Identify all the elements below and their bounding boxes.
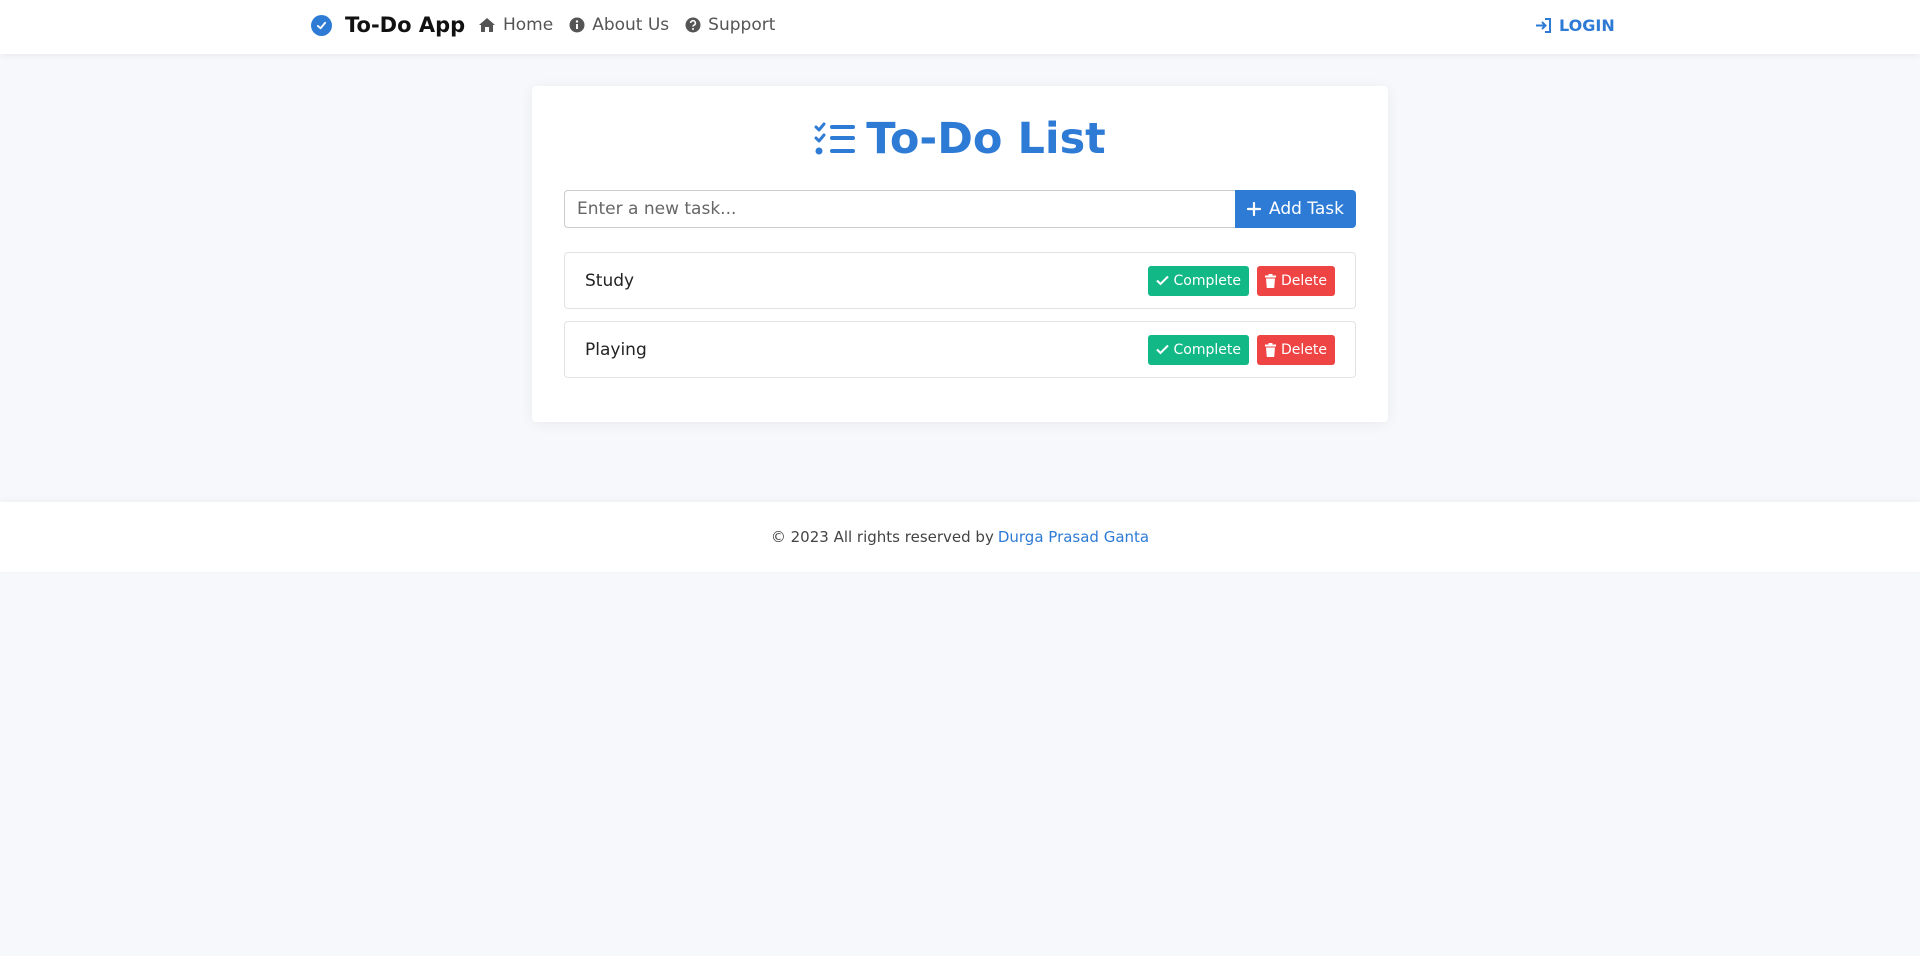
nav-link-label: Home bbox=[503, 15, 554, 35]
complete-button[interactable]: Complete bbox=[1147, 265, 1249, 296]
footer: © 2023 All rights reserved by Durga Pras… bbox=[0, 502, 1920, 572]
new-task-input[interactable] bbox=[564, 190, 1236, 228]
page-title: To-Do List bbox=[532, 114, 1388, 164]
footer-text: © 2023 All rights reserved by bbox=[770, 528, 994, 546]
check-icon bbox=[1155, 344, 1169, 355]
delete-label: Delete bbox=[1281, 341, 1327, 358]
check-circle-icon bbox=[311, 14, 332, 36]
nav-link-label: Support bbox=[708, 15, 776, 35]
nav-link-home[interactable]: Home bbox=[478, 15, 553, 35]
home-icon bbox=[479, 18, 495, 32]
page-title-text: To-Do List bbox=[866, 114, 1106, 164]
nav-links: Home About Us Support bbox=[478, 15, 775, 35]
delete-button[interactable]: Delete bbox=[1257, 334, 1335, 365]
brand-link[interactable]: To-Do App bbox=[311, 13, 465, 37]
todo-card: To-Do List Add Task Study Complete Delet… bbox=[532, 86, 1388, 422]
complete-label: Complete bbox=[1173, 341, 1241, 358]
question-circle-icon bbox=[685, 17, 701, 33]
info-circle-icon bbox=[569, 17, 585, 33]
brand-name: To-Do App bbox=[345, 13, 466, 37]
delete-button[interactable]: Delete bbox=[1257, 265, 1335, 296]
nav-link-support[interactable]: Support bbox=[685, 15, 775, 35]
list-check-icon bbox=[814, 122, 856, 155]
plus-icon bbox=[1246, 202, 1261, 216]
nav-link-label: About Us bbox=[592, 15, 670, 35]
navbar: To-Do App Home About Us Support LOGIN bbox=[0, 0, 1920, 54]
add-task-label: Add Task bbox=[1268, 199, 1344, 219]
login-link[interactable]: LOGIN bbox=[1535, 16, 1615, 35]
task-item: Study Complete Delete bbox=[564, 252, 1356, 309]
login-label: LOGIN bbox=[1559, 16, 1615, 35]
add-task-button[interactable]: Add Task bbox=[1235, 190, 1356, 228]
task-item: Playing Complete Delete bbox=[564, 321, 1356, 378]
task-text: Playing bbox=[585, 339, 647, 360]
delete-label: Delete bbox=[1281, 272, 1327, 289]
task-text: Study bbox=[585, 270, 635, 291]
footer-author-link[interactable]: Durga Prasad Ganta bbox=[998, 528, 1149, 546]
trash-icon bbox=[1265, 273, 1276, 288]
complete-label: Complete bbox=[1173, 272, 1241, 289]
trash-icon bbox=[1265, 342, 1276, 357]
complete-button[interactable]: Complete bbox=[1147, 334, 1249, 365]
task-list: Study Complete Delete Playing Complete D… bbox=[564, 252, 1356, 390]
check-icon bbox=[1155, 275, 1169, 286]
sign-in-icon bbox=[1536, 18, 1551, 33]
nav-link-about[interactable]: About Us bbox=[569, 15, 669, 35]
